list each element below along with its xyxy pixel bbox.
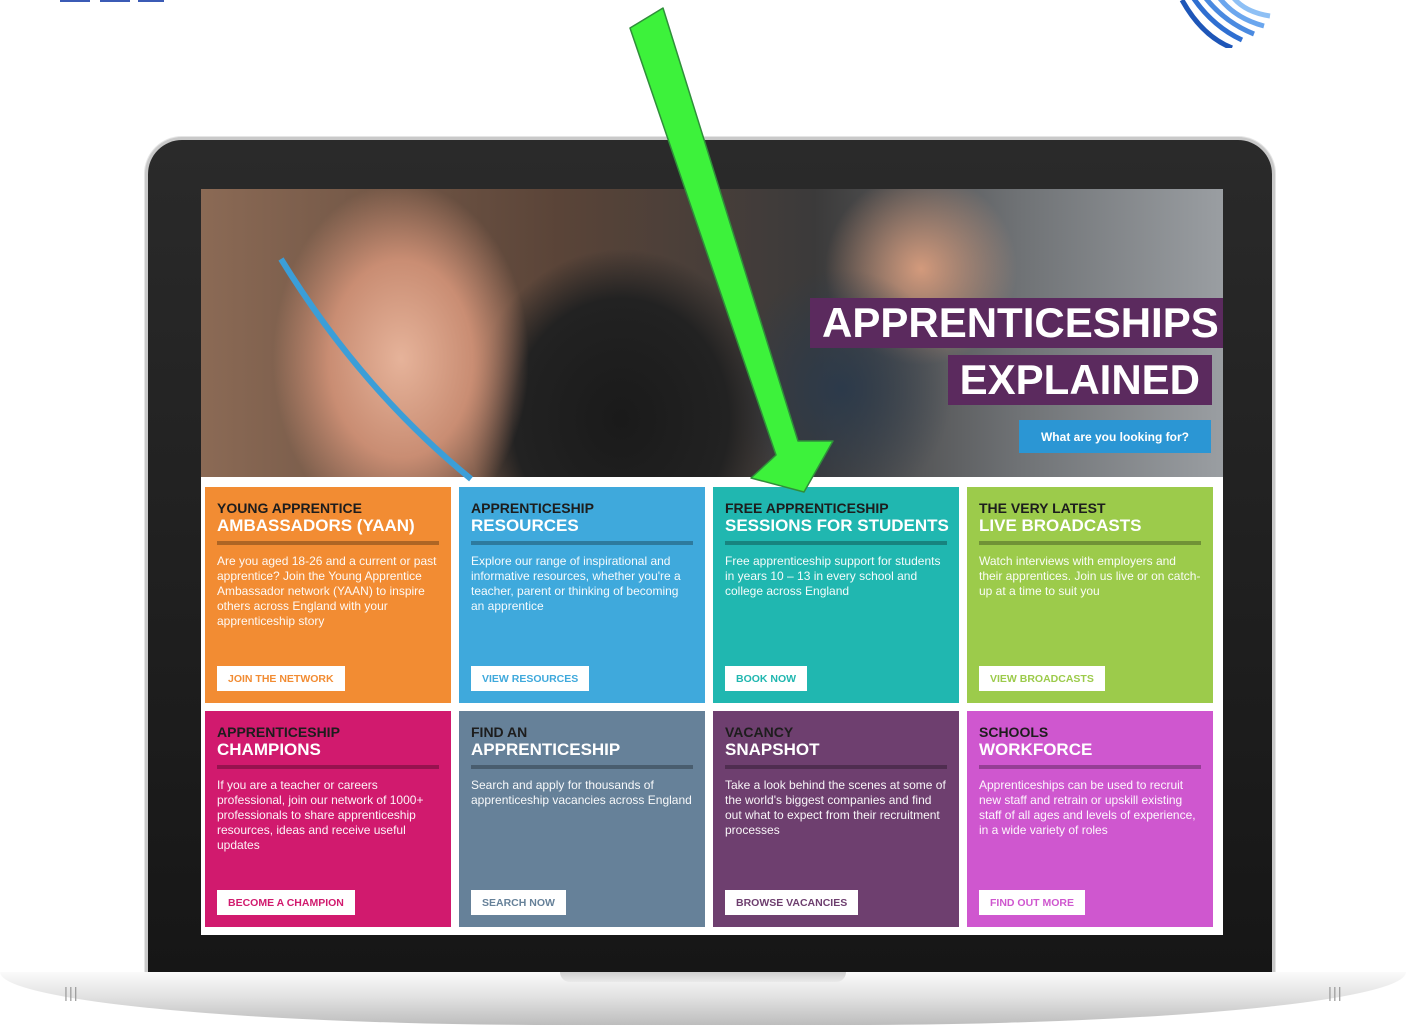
laptop-hinge-notch	[560, 972, 846, 982]
tile-description: Take a look behind the scenes at some of…	[725, 778, 946, 837]
tile-description: If you are a teacher or careers professi…	[217, 778, 424, 852]
join-the-network-button[interactable]: JOIN THE NETWORK	[217, 666, 345, 691]
tile-find-apprenticeship: FIND AN APPRENTICESHIP Search and apply …	[459, 711, 705, 927]
tile-champions: APPRENTICESHIP CHAMPIONS If you are a te…	[205, 711, 451, 927]
hero-title-line2: EXPLAINED	[947, 355, 1212, 405]
tile-description: Apprenticeships can be used to recruit n…	[979, 778, 1196, 837]
hero-title-line1: APPRENTICESHIPS	[810, 298, 1223, 348]
what-are-you-looking-for-button[interactable]: What are you looking for?	[1019, 420, 1211, 453]
tile-heading-top: FREE APPRENTICESHIP	[725, 500, 889, 516]
tile-heading-top: YOUNG APPRENTICE	[217, 500, 362, 516]
tile-description: Are you aged 18-26 and a current or past…	[217, 554, 437, 628]
tile-divider	[725, 765, 947, 769]
tile-heading-bottom: SESSIONS FOR STUDENTS	[725, 516, 949, 535]
view-resources-button[interactable]: VIEW RESOURCES	[471, 666, 590, 691]
tile-heading-bottom: CHAMPIONS	[217, 740, 321, 759]
book-now-button[interactable]: BOOK NOW	[725, 666, 808, 691]
tile-divider	[979, 765, 1201, 769]
tile-young-ambassadors: YOUNG APPRENTICE AMBASSADORS (YAAN) Are …	[205, 487, 451, 703]
tile-description: Explore our range of inspirational and i…	[471, 554, 681, 613]
tile-description: Watch interviews with employers and thei…	[979, 554, 1201, 598]
find-out-more-button[interactable]: FIND OUT MORE	[979, 890, 1085, 915]
laptop-vent-right: |||	[1328, 985, 1343, 1002]
tile-heading-top: SCHOOLS	[979, 724, 1049, 740]
tile-heading-top: THE VERY LATEST	[979, 500, 1106, 516]
tile-heading-bottom: AMBASSADORS (YAAN)	[217, 516, 415, 535]
lanyard-graphic	[278, 257, 473, 482]
tile-divider	[725, 541, 947, 545]
tile-divider	[217, 765, 439, 769]
tile-divider	[471, 765, 693, 769]
swirl-logo	[1179, 0, 1271, 48]
tile-heading-top: APPRENTICESHIP	[471, 500, 594, 516]
tile-resources: APPRENTICESHIP RESOURCES Explore our ran…	[459, 487, 705, 703]
tile-heading-top: APPRENTICESHIP	[217, 724, 340, 740]
tile-heading-top: VACANCY	[725, 724, 794, 740]
laptop-vent-left: |||	[64, 985, 79, 1002]
laptop-screen: APPRENTICESHIPS EXPLAINED What are you l…	[201, 189, 1223, 935]
tile-heading-bottom: LIVE BROADCASTS	[979, 516, 1142, 535]
tile-divider	[217, 541, 439, 545]
tile-free-sessions: FREE APPRENTICESHIP SESSIONS FOR STUDENT…	[713, 487, 959, 703]
tile-heading-bottom: RESOURCES	[471, 516, 579, 535]
hero-banner-photo: APPRENTICESHIPS EXPLAINED What are you l…	[201, 189, 1223, 482]
tile-divider	[979, 541, 1201, 545]
search-now-button[interactable]: SEARCH NOW	[471, 890, 566, 915]
become-a-champion-button[interactable]: BECOME A CHAMPION	[217, 890, 355, 915]
tile-vacancy-snapshot: VACANCY SNAPSHOT Take a look behind the …	[713, 711, 959, 927]
tile-divider	[471, 541, 693, 545]
tile-heading-top: FIND AN	[471, 724, 528, 740]
view-broadcasts-button[interactable]: VIEW BROADCASTS	[979, 666, 1105, 691]
tile-heading-bottom: WORKFORCE	[979, 740, 1093, 759]
tile-live-broadcasts: THE VERY LATEST LIVE BROADCASTS Watch in…	[967, 487, 1213, 703]
tile-description: Search and apply for thousands of appren…	[471, 778, 692, 807]
tile-description: Free apprenticeship support for students…	[725, 554, 941, 598]
tile-heading-bottom: APPRENTICESHIP	[471, 740, 621, 759]
tile-grid: YOUNG APPRENTICE AMBASSADORS (YAAN) Are …	[205, 487, 1219, 928]
browse-vacancies-button[interactable]: BROWSE VACANCIES	[725, 890, 859, 915]
tile-heading-bottom: SNAPSHOT	[725, 740, 820, 759]
corner-logo-fragment	[60, 0, 164, 2]
tile-schools-workforce: SCHOOLS WORKFORCE Apprenticeships can be…	[967, 711, 1213, 927]
